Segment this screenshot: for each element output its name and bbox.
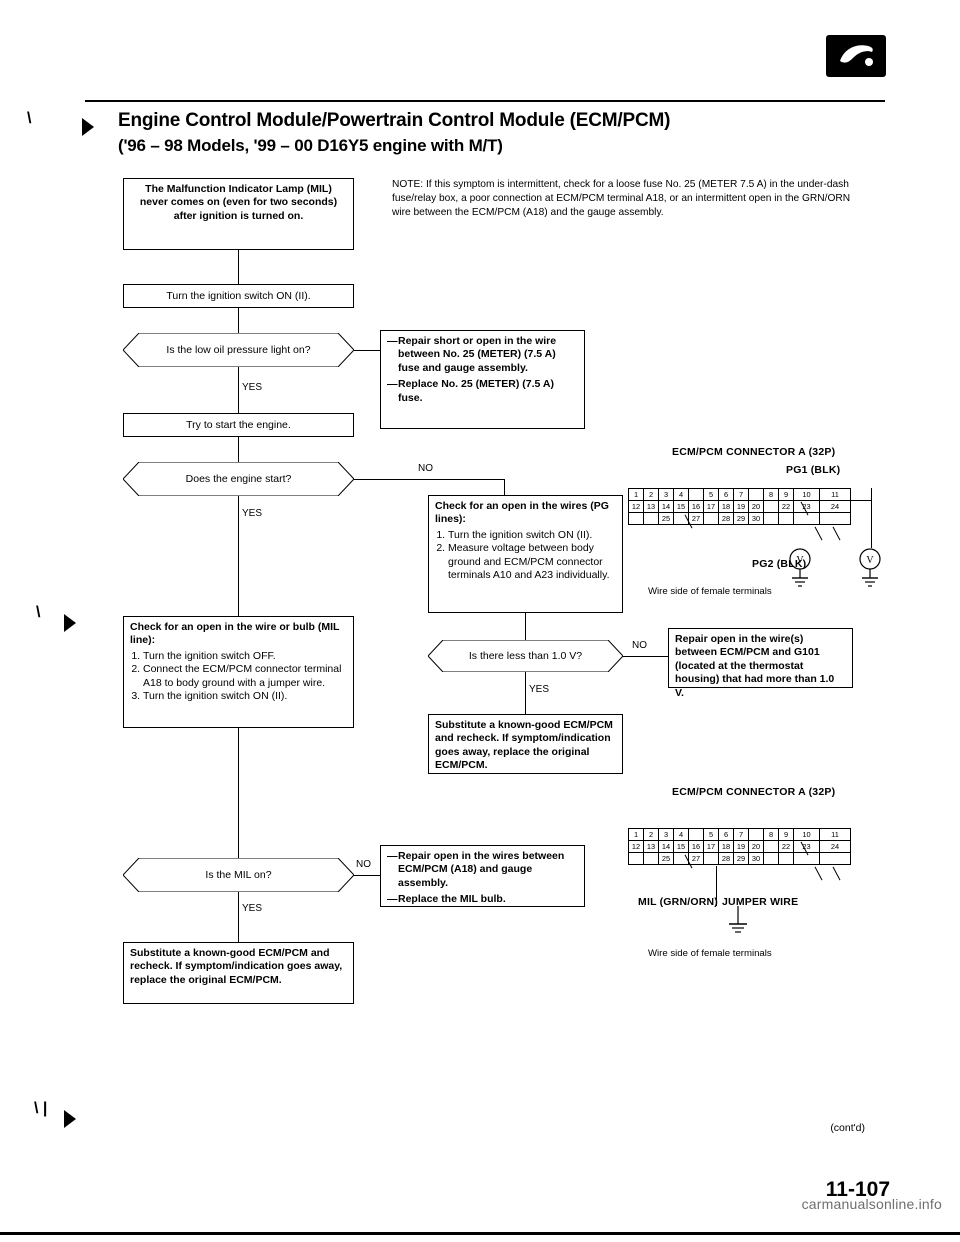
yes-label-3: YES bbox=[529, 684, 550, 695]
blank-cavity-slash-8 bbox=[832, 866, 841, 881]
connector-line-8 bbox=[525, 672, 526, 714]
decision-mil-on: Is the MIL on? bbox=[122, 857, 355, 893]
check-mil-line-step-2: Connect the ECM/PCM connector terminal A… bbox=[143, 663, 347, 690]
repair-meter-fuse-list: Repair short or open in the wire between… bbox=[381, 331, 584, 412]
check-pg-lines-step-2: Measure voltage between body ground and … bbox=[448, 542, 616, 582]
repair-meter-fuse-item-2: Replace No. 25 (METER) (7.5 A) fuse. bbox=[387, 378, 578, 405]
check-mil-line-step-3: Turn the ignition switch ON (II). bbox=[143, 690, 347, 703]
voltmeter-symbol-1: V bbox=[786, 548, 816, 590]
decision-engine-start: Does the engine start? bbox=[122, 461, 355, 497]
connector-line-7 bbox=[525, 613, 526, 640]
yes-label-4: YES bbox=[242, 903, 263, 914]
decision-less-than-1v-text: Is there less than 1.0 V? bbox=[468, 650, 583, 662]
connector-top-title: ECM/PCM CONNECTOR A (32P) bbox=[672, 446, 836, 458]
check-pg-lines-box: Check for an open in the wires (PG lines… bbox=[428, 495, 623, 613]
connector-line-2 bbox=[238, 308, 239, 333]
ground-symbol-bottom bbox=[724, 906, 754, 940]
svg-text:V: V bbox=[866, 555, 874, 566]
step-ignition-on-box: Turn the ignition switch ON (II). bbox=[123, 284, 354, 308]
repair-meter-fuse-item-1: Repair short or open in the wire between… bbox=[387, 335, 578, 375]
check-mil-line-content: Check for an open in the wire or bulb (M… bbox=[124, 617, 353, 708]
connector-line-5 bbox=[504, 479, 505, 495]
note-text: NOTE: If this symptom is intermittent, c… bbox=[392, 179, 851, 218]
flow-start-text: The Malfunction Indicator Lamp (MIL) nev… bbox=[139, 183, 338, 222]
svg-text:V: V bbox=[796, 555, 804, 566]
decision-low-oil-pressure-text: Is the low oil pressure light on? bbox=[166, 344, 311, 356]
substitute-ecm-box-1: Substitute a known-good ECM/PCM and rech… bbox=[428, 714, 623, 774]
connector-bottom-pin-table: 1 2 3 4 5 6 7 8 9 10 11 12 13 14 15 16 1… bbox=[628, 828, 851, 865]
step-try-start-box: Try to start the engine. bbox=[123, 413, 354, 437]
flow-start-box: The Malfunction Indicator Lamp (MIL) nev… bbox=[123, 178, 354, 250]
no-branch-line-2 bbox=[354, 479, 504, 480]
table-row: 1 2 3 4 5 6 7 8 9 10 11 bbox=[628, 828, 851, 841]
check-mil-line-box: Check for an open in the wire or bulb (M… bbox=[123, 616, 354, 728]
page-title: Engine Control Module/Powertrain Control… bbox=[118, 110, 838, 156]
voltmeter-symbol-2: V bbox=[856, 548, 886, 590]
page-title-line1: Engine Control Module/Powertrain Control… bbox=[118, 110, 671, 131]
check-pg-lines-title: Check for an open in the wires (PG lines… bbox=[435, 500, 609, 526]
header-rule bbox=[85, 100, 885, 102]
yes-label-2: YES bbox=[242, 508, 263, 519]
connector-top-wire-side-label: Wire side of female terminals bbox=[648, 586, 772, 597]
decision-low-oil-pressure: Is the low oil pressure light on? bbox=[122, 332, 355, 368]
blank-cavity-slash-4 bbox=[832, 526, 841, 541]
pg1-lead-branch bbox=[846, 500, 872, 501]
connector-line-3 bbox=[238, 367, 239, 413]
connector-line-9 bbox=[238, 728, 239, 858]
connector-top-pg1-label: PG1 (BLK) bbox=[786, 464, 841, 476]
table-row: 12 13 14 15 16 17 18 19 20 22 23 24 bbox=[628, 840, 851, 853]
step-try-start-text: Try to start the engine. bbox=[186, 419, 291, 431]
check-pg-lines-step-1: Turn the ignition switch ON (II). bbox=[448, 529, 616, 542]
repair-g101-text: Repair open in the wire(s) between ECM/P… bbox=[675, 633, 835, 699]
no-label-4: NO bbox=[356, 859, 371, 870]
yes-label-1: YES bbox=[242, 382, 263, 393]
table-row: 12 13 14 15 16 17 18 19 20 22 23 24 bbox=[628, 500, 851, 513]
table-row: 1 2 3 4 5 6 7 8 9 10 11 bbox=[628, 488, 851, 501]
connector-line-1 bbox=[238, 250, 239, 284]
substitute-ecm-text-1: Substitute a known-good ECM/PCM and rech… bbox=[435, 719, 613, 772]
no-label-2: NO bbox=[418, 463, 433, 474]
repair-meter-fuse-box: Repair short or open in the wire between… bbox=[380, 330, 585, 429]
check-mil-line-step-1: Turn the ignition switch OFF. bbox=[143, 650, 347, 663]
check-pg-lines-content: Check for an open in the wires (PG lines… bbox=[429, 496, 622, 587]
step-ignition-on-text: Turn the ignition switch ON (II). bbox=[166, 290, 311, 302]
watermark-text: carmanualsonline.info bbox=[801, 1196, 942, 1212]
page-title-line2: ('96 – 98 Models, '99 – 00 D16Y5 engine … bbox=[118, 136, 503, 155]
repair-mil-item-1: Repair open in the wires between ECM/PCM… bbox=[387, 850, 578, 890]
no-branch-line-4 bbox=[354, 875, 380, 876]
substitute-ecm-box-2: Substitute a known-good ECM/PCM and rech… bbox=[123, 942, 354, 1004]
connector-line-10 bbox=[238, 892, 239, 942]
substitute-ecm-text-2: Substitute a known-good ECM/PCM and rech… bbox=[130, 947, 343, 986]
blank-cavity-slash-7 bbox=[814, 866, 823, 881]
check-mil-line-title: Check for an open in the wire or bulb (M… bbox=[130, 621, 340, 647]
table-row: 25 27 28 29 30 bbox=[628, 852, 851, 865]
honda-logo bbox=[826, 35, 886, 77]
continued-label: (cont'd) bbox=[830, 1122, 865, 1134]
decision-mil-on-text: Is the MIL on? bbox=[205, 869, 272, 881]
connector-bottom-title: ECM/PCM CONNECTOR A (32P) bbox=[672, 786, 836, 798]
decision-engine-start-text: Does the engine start? bbox=[185, 473, 292, 485]
left-edge-mark-2: \ bbox=[36, 604, 76, 632]
repair-g101-box: Repair open in the wire(s) between ECM/P… bbox=[668, 628, 853, 699]
connector-line-6 bbox=[238, 496, 239, 616]
footer-rule bbox=[0, 1232, 960, 1235]
no-branch-line-3 bbox=[623, 656, 668, 657]
repair-mil-list: Repair open in the wires between ECM/PCM… bbox=[381, 846, 584, 914]
no-label-3: NO bbox=[632, 640, 647, 651]
pg1-lead-line bbox=[871, 488, 872, 548]
connector-bottom-mil-label: MIL (GRN/ORN) bbox=[638, 896, 718, 908]
left-edge-mark-3: \ | bbox=[34, 1100, 76, 1128]
decision-less-than-1v: Is there less than 1.0 V? bbox=[427, 639, 624, 673]
connector-top-pin-table: 1 2 3 4 5 6 7 8 9 10 11 12 13 14 15 16 1… bbox=[628, 488, 851, 525]
table-row: 25 27 28 29 30 bbox=[628, 512, 851, 525]
blank-cavity-slash-3 bbox=[814, 526, 823, 541]
repair-mil-item-2: Replace the MIL bulb. bbox=[387, 893, 578, 907]
left-edge-mark-1: \ bbox=[27, 110, 94, 136]
connector-bottom-wire-side-label: Wire side of female terminals bbox=[648, 948, 772, 959]
connector-line-4 bbox=[238, 437, 239, 462]
repair-mil-box: Repair open in the wires between ECM/PCM… bbox=[380, 845, 585, 907]
